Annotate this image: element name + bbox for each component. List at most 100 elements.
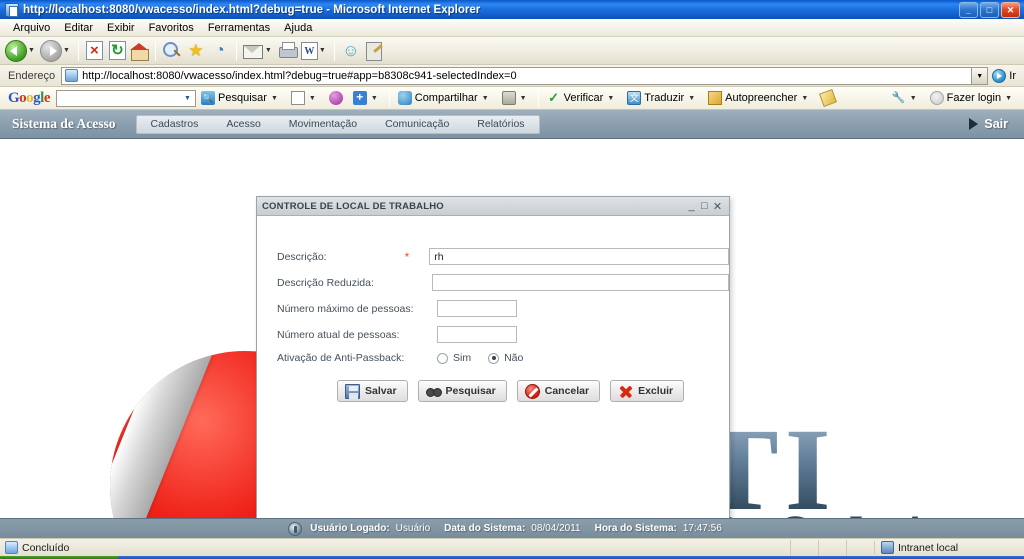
- google-toolbar: Google ▼ Pesquisar ▼ ▼ ▼ Compartilhar ▼: [0, 87, 1024, 110]
- binoculars-icon: [425, 384, 442, 399]
- chevron-down-icon[interactable]: ▼: [910, 95, 917, 102]
- floppy-disk-icon: [345, 383, 360, 399]
- maximize-button[interactable]: □: [980, 1, 999, 18]
- google-settings-button[interactable]: ▼: [887, 91, 925, 105]
- google-search-input[interactable]: ▼: [56, 89, 197, 107]
- chevron-down-icon[interactable]: ▼: [1005, 95, 1012, 102]
- google-verificar-button[interactable]: Verificar ▼: [542, 91, 623, 105]
- status-label-user: Usuário Logado:: [310, 523, 390, 534]
- google-pagerank-button[interactable]: ▼: [286, 91, 324, 105]
- chevron-down-icon[interactable]: ▼: [371, 95, 378, 102]
- status-label-time: Hora do Sistema:: [594, 523, 677, 534]
- home-button[interactable]: [129, 39, 151, 63]
- anti-passback-radio-group: Sim Não: [437, 352, 535, 364]
- nav-item-acesso[interactable]: Acesso: [212, 116, 274, 133]
- google-purple-button[interactable]: [324, 91, 348, 105]
- page-icon: [65, 69, 79, 82]
- google-send-button[interactable]: ▼: [497, 91, 535, 105]
- radio-sim[interactable]: [437, 352, 448, 364]
- dialog-minimize-button[interactable]: _: [685, 200, 698, 212]
- window-title: http://localhost:8080/vwacesso/index.htm…: [23, 3, 481, 16]
- google-plus-button[interactable]: ▼: [348, 91, 386, 105]
- chevron-down-icon[interactable]: ▼: [482, 95, 489, 102]
- nav-item-cadastros[interactable]: Cadastros: [137, 116, 213, 133]
- radio-nao[interactable]: [488, 352, 500, 364]
- refresh-button[interactable]: [106, 39, 129, 63]
- descricao-input[interactable]: [429, 248, 729, 265]
- search-button[interactable]: [160, 39, 184, 63]
- salvar-button[interactable]: Salvar: [337, 380, 408, 402]
- google-autopreencher-label: Autopreencher: [725, 92, 798, 104]
- menu-item-ferramentas[interactable]: Ferramentas: [201, 21, 277, 35]
- logout-button[interactable]: Sair: [969, 117, 1024, 131]
- close-button[interactable]: ✕: [1001, 1, 1020, 18]
- chevron-down-icon[interactable]: ▼: [319, 47, 326, 54]
- address-input[interactable]: http://localhost:8080/vwacesso/index.htm…: [61, 66, 973, 85]
- pesquisar-button[interactable]: Pesquisar: [417, 380, 507, 402]
- chevron-down-icon[interactable]: ▼: [63, 47, 70, 54]
- forward-button[interactable]: ▼: [39, 39, 74, 63]
- nav-item-comunicacao[interactable]: Comunicação: [371, 116, 463, 133]
- chevron-down-icon[interactable]: ▼: [265, 47, 272, 54]
- security-zone[interactable]: Intranet local: [874, 541, 1024, 554]
- status-pane-2: [818, 539, 846, 556]
- autofill-icon: [708, 91, 723, 105]
- chevron-down-icon[interactable]: ▼: [801, 95, 808, 102]
- chevron-down-icon[interactable]: ▼: [271, 95, 278, 102]
- search-icon: [161, 40, 183, 62]
- chevron-down-icon[interactable]: ▼: [309, 95, 316, 102]
- descricao-reduzida-input[interactable]: [431, 274, 729, 291]
- dialog-maximize-button[interactable]: □: [698, 200, 711, 212]
- radio-label-nao: Não: [504, 352, 524, 364]
- app-status-bar: Usuário Logado: Usuário Data do Sistema:…: [0, 518, 1024, 538]
- print-button[interactable]: [276, 39, 300, 63]
- back-arrow-icon: [5, 39, 27, 62]
- excluir-button[interactable]: Excluir: [610, 380, 685, 402]
- numero-maximo-input[interactable]: [437, 300, 517, 317]
- numero-atual-input[interactable]: [437, 326, 517, 343]
- menu-item-editar[interactable]: Editar: [57, 21, 100, 35]
- translate-icon: [627, 91, 642, 105]
- edit-word-button[interactable]: ▼: [300, 39, 330, 63]
- go-button[interactable]: Ir: [988, 68, 1024, 83]
- dialog-title-bar[interactable]: CONTROLE DE LOCAL DE TRABALHO _ □ ✕: [257, 197, 729, 216]
- field-row-descricao-reduzida: Descrição Reduzida:: [257, 274, 729, 291]
- history-button[interactable]: [208, 39, 232, 63]
- google-search-icon: [201, 91, 216, 105]
- edit-page-button[interactable]: [363, 39, 387, 63]
- google-traduzir-button[interactable]: Traduzir ▼: [622, 91, 703, 105]
- menu-item-ajuda[interactable]: Ajuda: [277, 21, 319, 35]
- highlighter-icon: [819, 89, 838, 107]
- app-brand-title: Sistema de Acesso: [12, 116, 116, 131]
- cancelar-button[interactable]: Cancelar: [516, 380, 601, 402]
- no-entry-icon: [524, 383, 540, 399]
- chevron-down-icon[interactable]: ▼: [180, 95, 195, 102]
- google-login-button[interactable]: Fazer login ▼: [925, 91, 1020, 105]
- status-pane-3: [846, 539, 874, 556]
- google-compartilhar-button[interactable]: Compartilhar ▼: [393, 91, 497, 105]
- nav-item-relatorios[interactable]: Relatórios: [463, 116, 538, 133]
- chevron-down-icon[interactable]: ▼: [520, 95, 527, 102]
- nav-item-movimentacao[interactable]: Movimentação: [275, 116, 371, 133]
- stop-button[interactable]: [83, 39, 106, 63]
- messenger-button[interactable]: [339, 39, 363, 63]
- browser-status-bar: Concluído Intranet local: [0, 538, 1024, 556]
- google-pesquisar-button[interactable]: Pesquisar ▼: [196, 91, 286, 105]
- chevron-down-icon[interactable]: ▼: [688, 95, 695, 102]
- chevron-down-icon[interactable]: ▼: [607, 95, 614, 102]
- dialog-close-button[interactable]: ✕: [711, 200, 724, 213]
- back-button[interactable]: ▼: [4, 39, 39, 63]
- mail-button[interactable]: ▼: [241, 39, 276, 63]
- address-dropdown-button[interactable]: ▼: [972, 66, 989, 85]
- menu-item-favoritos[interactable]: Favoritos: [142, 21, 201, 35]
- google-highlighter-button[interactable]: [816, 89, 840, 107]
- favorites-button[interactable]: [184, 39, 208, 63]
- radio-label-sim: Sim: [453, 352, 472, 364]
- minimize-button[interactable]: _: [959, 1, 978, 18]
- menu-item-arquivo[interactable]: Arquivo: [6, 21, 57, 35]
- red-x-icon: [618, 384, 633, 399]
- menu-item-exibir[interactable]: Exibir: [100, 21, 142, 35]
- chevron-down-icon[interactable]: ▼: [28, 47, 35, 54]
- field-row-numero-maximo: Número máximo de pessoas:: [257, 300, 729, 317]
- google-autopreencher-button[interactable]: Autopreencher ▼: [703, 91, 816, 105]
